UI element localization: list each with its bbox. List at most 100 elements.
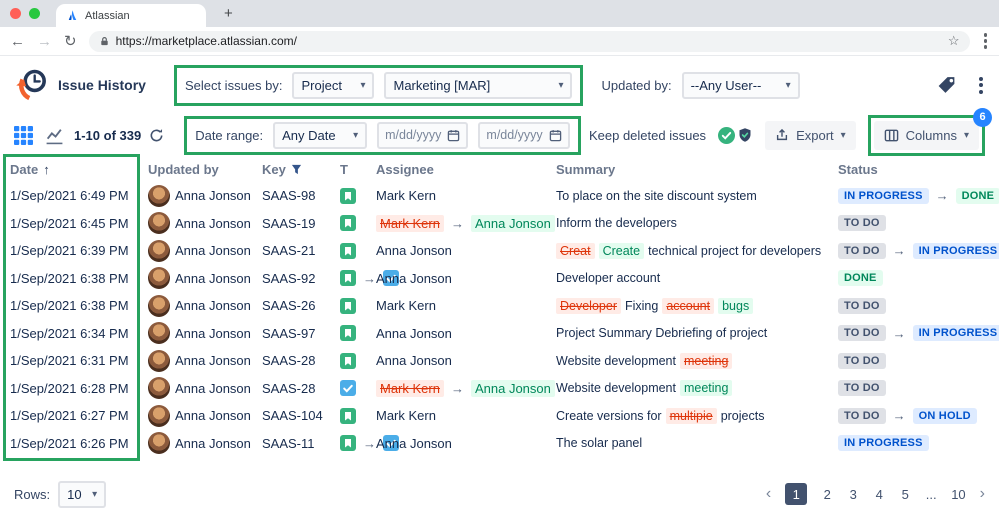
cell-summary: Inform the developers — [556, 216, 838, 230]
reload-button[interactable]: ↻ — [64, 34, 77, 49]
column-header-summary: Summary — [556, 162, 838, 177]
annotation-date-range: Date range: Any Date ▾ m/dd/yyyy m/dd/yy… — [184, 116, 580, 155]
page-button[interactable]: 2 — [821, 487, 833, 502]
story-type-icon — [340, 215, 356, 231]
back-button[interactable]: ← — [10, 34, 25, 49]
assignee-name: Mark Kern — [376, 188, 436, 203]
forward-button[interactable]: → — [37, 34, 52, 49]
cell-summary: The solar panel — [556, 436, 838, 450]
status-badge: TO DO — [838, 243, 886, 259]
summary-text-plain: Inform the developers — [556, 216, 677, 230]
cell-date: 1/Sep/2021 6:31 PM — [10, 353, 148, 368]
date-from-input[interactable]: m/dd/yyyy — [377, 122, 468, 149]
page-button[interactable]: 3 — [847, 487, 859, 502]
header-label: Updated by — [148, 162, 219, 177]
table-row[interactable]: 1/Sep/2021 6:31 PMAnna JonsonSAAS-28Anna… — [0, 347, 999, 375]
table-row[interactable]: 1/Sep/2021 6:45 PMAnna JonsonSAAS-19Mark… — [0, 210, 999, 238]
column-header-date[interactable]: Date ↑ — [10, 162, 148, 177]
summary-text-removed: meeting — [680, 353, 732, 369]
calendar-icon — [447, 129, 460, 142]
export-button[interactable]: Export ▾ — [765, 121, 856, 150]
cell-assignee: Mark Kern→Anna Jonson — [376, 215, 556, 232]
assignee-old: Mark Kern — [376, 380, 444, 397]
updated-by-name: Anna Jonson — [175, 298, 251, 313]
cell-status: IN PROGRESS — [838, 435, 999, 451]
header-label: Assignee — [376, 162, 434, 177]
table-row[interactable]: 1/Sep/2021 6:28 PMAnna JonsonSAAS-28Mark… — [0, 375, 999, 403]
window-controls — [10, 0, 40, 27]
updated-by-name: Anna Jonson — [175, 188, 251, 203]
status-badge: IN PROGRESS — [913, 325, 999, 341]
chevron-down-icon: ▾ — [92, 489, 97, 500]
summary-text-plain: Website development — [556, 354, 676, 368]
grid-view-icon[interactable] — [14, 126, 33, 145]
chevron-down-icon: ▾ — [558, 80, 563, 91]
next-page-button[interactable]: › — [980, 485, 985, 503]
summary-text-added: bugs — [718, 298, 753, 314]
window-close-button[interactable] — [10, 8, 21, 19]
updated-by-name: Anna Jonson — [175, 326, 251, 341]
avatar — [148, 240, 170, 262]
table-row[interactable]: 1/Sep/2021 6:39 PMAnna JonsonSAAS-21Anna… — [0, 237, 999, 265]
filter-funnel-icon[interactable] — [291, 164, 302, 175]
page-button[interactable]: 10 — [951, 487, 965, 502]
column-header-key[interactable]: Key — [262, 162, 340, 177]
rows-per-page-dropdown[interactable]: 10 ▾ — [58, 481, 106, 508]
cell-status: DONE — [838, 270, 999, 286]
keep-deleted-toggle[interactable] — [718, 127, 753, 144]
column-header-updated-by: Updated by — [148, 162, 262, 177]
cell-type — [340, 215, 376, 231]
summary-text-removed: multipie — [666, 408, 717, 424]
cell-summary: Developer account — [556, 271, 838, 285]
tag-icon[interactable] — [936, 75, 957, 96]
columns-button[interactable]: Columns ▾ — [874, 121, 979, 150]
prev-page-button[interactable]: ‹ — [766, 485, 771, 503]
cell-type — [340, 353, 376, 369]
column-header-type: T — [340, 162, 376, 177]
new-tab-button[interactable]: + — [218, 0, 239, 27]
date-to-input[interactable]: m/dd/yyyy — [478, 122, 569, 149]
header-label: T — [340, 162, 348, 177]
table-row[interactable]: 1/Sep/2021 6:34 PMAnna JonsonSAAS-97Anna… — [0, 320, 999, 348]
page-button[interactable]: 4 — [873, 487, 885, 502]
app-menu-button[interactable] — [977, 75, 985, 96]
table-row[interactable]: 1/Sep/2021 6:27 PMAnna JonsonSAAS-104Mar… — [0, 402, 999, 430]
browser-tab[interactable]: Atlassian — [56, 4, 206, 27]
select-value: 10 — [67, 487, 81, 502]
cell-key: SAAS-97 — [262, 326, 340, 341]
project-dropdown[interactable]: Marketing [MAR] ▾ — [384, 72, 572, 99]
table-row[interactable]: 1/Sep/2021 6:38 PMAnna JonsonSAAS-26Mark… — [0, 292, 999, 320]
avatar — [148, 212, 170, 234]
select-issues-by-dropdown[interactable]: Project ▾ — [292, 72, 374, 99]
refresh-icon[interactable] — [149, 128, 164, 143]
table-row[interactable]: 1/Sep/2021 6:49 PMAnna JonsonSAAS-98Mark… — [0, 182, 999, 210]
cell-key: SAAS-26 — [262, 298, 340, 313]
table-row[interactable]: 1/Sep/2021 6:38 PMAnna JonsonSAAS-92→Ann… — [0, 265, 999, 293]
tab-title: Atlassian — [85, 10, 130, 22]
column-header-status: Status — [838, 162, 999, 177]
summary-text-removed: Creat — [556, 243, 595, 259]
date-range-dropdown[interactable]: Any Date ▾ — [273, 122, 367, 149]
page-ellipsis: ... — [925, 487, 937, 502]
summary-text-removed: Developer — [556, 298, 621, 314]
cell-status: TO DO→IN PROGRESS — [838, 243, 999, 259]
window-maximize-button[interactable] — [29, 8, 40, 19]
browser-menu-button[interactable] — [982, 31, 990, 51]
chart-view-icon[interactable] — [45, 126, 64, 145]
updated-by-dropdown[interactable]: --Any User-- ▾ — [682, 72, 800, 99]
page-button[interactable]: 5 — [899, 487, 911, 502]
table-row[interactable]: 1/Sep/2021 6:26 PMAnna JonsonSAAS-11→Ann… — [0, 430, 999, 458]
browser-window: Atlassian + ← → ↻ https://marketplace.at… — [0, 0, 999, 527]
chevron-down-icon: ▾ — [841, 130, 846, 141]
cell-key: SAAS-92 — [262, 271, 340, 286]
cell-assignee: Mark Kern→Anna Jonson — [376, 380, 556, 397]
address-bar[interactable]: https://marketplace.atlassian.com/ ☆ — [89, 31, 970, 52]
page-button[interactable]: 1 — [785, 483, 807, 505]
chevron-down-icon: ▾ — [964, 130, 969, 141]
cell-updated-by: Anna Jonson — [148, 185, 262, 207]
keep-deleted-label: Keep deleted issues — [589, 128, 706, 143]
select-value: --Any User-- — [691, 78, 762, 93]
chevron-down-icon: ▾ — [360, 80, 365, 91]
header-actions — [936, 75, 985, 96]
bookmark-star-icon[interactable]: ☆ — [948, 33, 960, 49]
